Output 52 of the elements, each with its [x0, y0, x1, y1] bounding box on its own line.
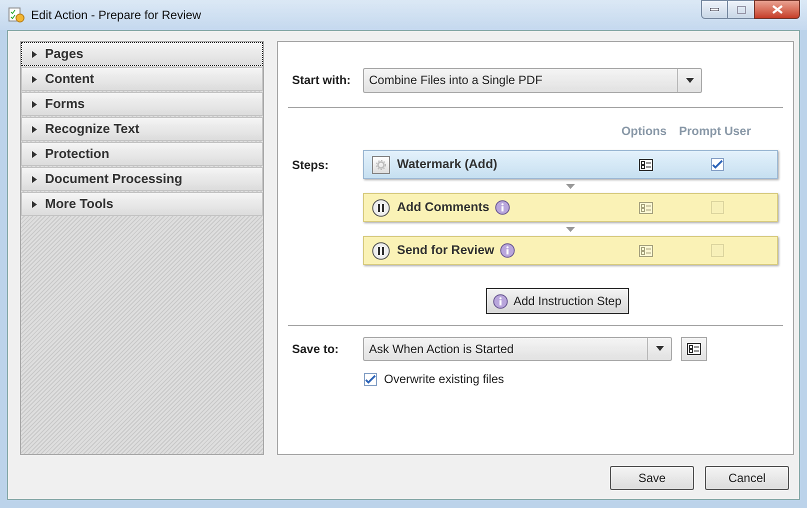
dialog-button[interactable]: Save [610, 466, 694, 490]
pause-icon[interactable] [372, 198, 390, 216]
down-arrow-icon [566, 184, 575, 188]
sidebar-item[interactable]: More Tools [21, 192, 263, 216]
sidebar-item[interactable]: Document Processing [21, 167, 263, 191]
window-title: Edit Action - Prepare for Review [31, 7, 202, 24]
app-icon [8, 7, 25, 23]
minimize-button[interactable] [701, 0, 728, 19]
sidebar-item[interactable]: Pages [21, 42, 263, 66]
sidebar-item[interactable]: Recognize Text [21, 117, 263, 141]
save-to-label: Save to: [292, 340, 340, 358]
save-to-dropdown[interactable]: Ask When Action is Started [363, 336, 672, 360]
step-name: Watermark (Add) [397, 156, 498, 174]
pause-icon[interactable] [372, 242, 390, 260]
save-options-button[interactable] [681, 336, 707, 360]
sidebar-item[interactable]: Content [21, 67, 263, 91]
expand-arrow-icon [32, 50, 37, 58]
step-row[interactable]: Send for Review [363, 236, 778, 265]
gear-icon [372, 156, 390, 174]
steps-label: Steps: [292, 157, 330, 174]
options-icon[interactable] [639, 158, 653, 170]
overwrite-label: Overwrite existing files [384, 371, 504, 388]
minimize-icon [710, 8, 719, 11]
info-icon[interactable] [493, 294, 508, 308]
column-header: Prompt User [678, 123, 752, 140]
checkbox[interactable] [364, 372, 377, 386]
maximize-icon [736, 6, 746, 14]
info-icon[interactable] [500, 243, 516, 258]
expand-arrow-icon [32, 200, 37, 208]
checkbox[interactable] [710, 158, 724, 171]
close-icon [772, 5, 782, 14]
start-with-dropdown[interactable]: Combine Files into a Single PDF [363, 68, 702, 92]
dropdown-arrow-icon[interactable] [656, 346, 664, 351]
expand-arrow-icon [32, 76, 37, 82]
options-icon[interactable] [687, 342, 701, 354]
expand-arrow-icon [32, 150, 37, 158]
column-header: Options [620, 123, 668, 140]
step-name: Send for Review [397, 242, 494, 260]
start-with-label: Start with: [292, 72, 352, 89]
dialog-button[interactable]: Cancel [705, 466, 789, 490]
close-button[interactable] [754, 0, 800, 19]
dropdown-arrow-icon[interactable] [686, 78, 694, 82]
down-arrow-icon [566, 226, 575, 232]
sidebar-item[interactable]: Forms [21, 92, 263, 116]
expand-arrow-icon [32, 176, 37, 182]
expand-arrow-icon [32, 126, 37, 132]
info-icon[interactable] [495, 200, 510, 215]
add-instruction-step-button[interactable]: Add Instruction Step [486, 288, 629, 314]
step-row[interactable]: Add Comments [363, 193, 778, 222]
expand-arrow-icon [32, 100, 37, 108]
step-name: Add Comments [397, 199, 490, 216]
sidebar-item[interactable]: Protection [21, 142, 263, 166]
